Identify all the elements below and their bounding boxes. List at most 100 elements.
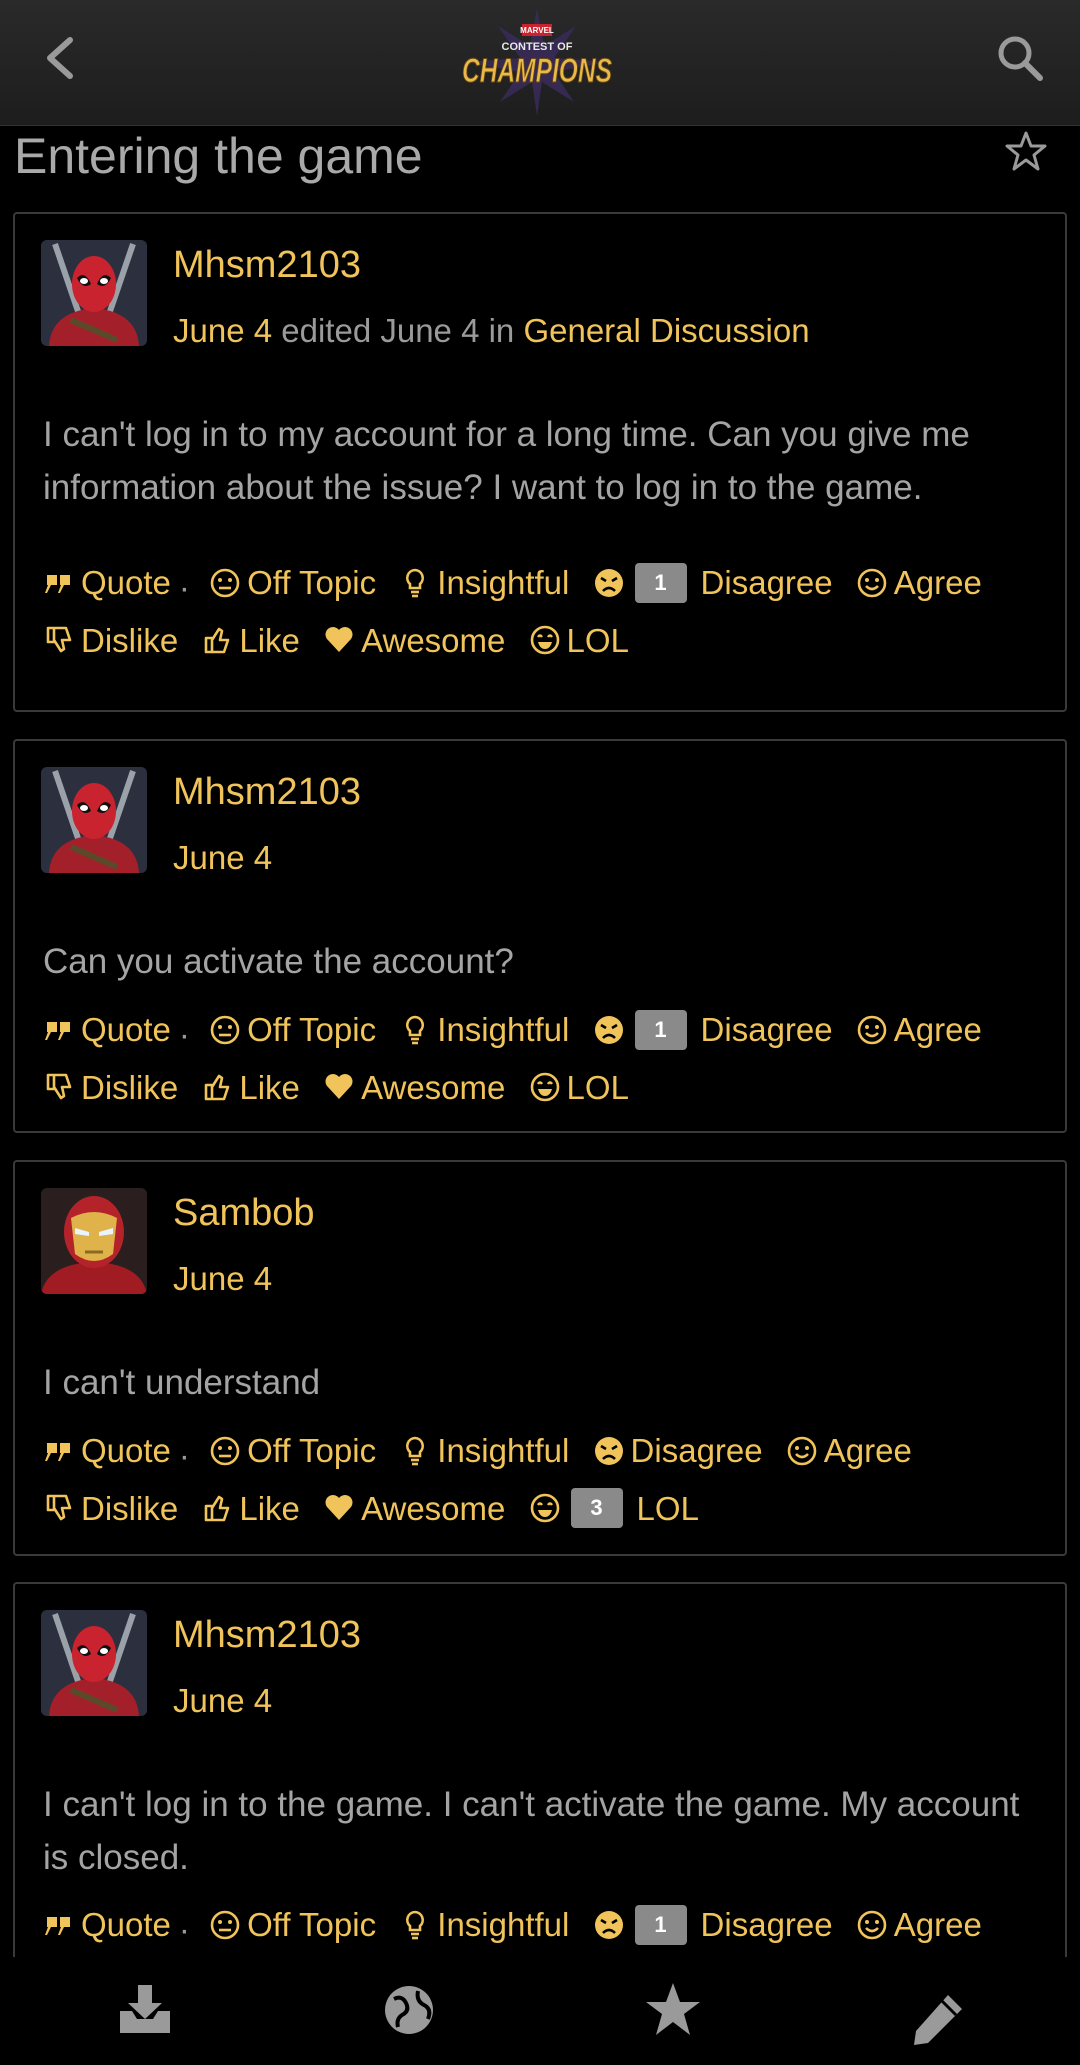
like-button[interactable]: Like [201,1482,300,1535]
off-topic-button[interactable]: Off Topic [209,1424,376,1477]
post-card: Sambob June 4 I can't understand Quote · … [13,1160,1067,1556]
like-button[interactable]: Like [201,614,300,667]
lol-button[interactable]: LOL [529,1061,629,1114]
globe-nav-button[interactable] [378,1979,440,2041]
reaction-bar: Quote · Off Topic Insightful Disagree Agr… [43,1424,1045,1539]
insightful-button[interactable]: Insightful [399,1898,569,1951]
lol-button[interactable]: LOL [529,614,629,667]
quote-icon [45,1021,70,1040]
search-button[interactable] [994,32,1046,84]
off-topic-icon [210,568,240,597]
post-author[interactable]: Mhsm2103 [173,769,361,815]
star-icon [646,1983,700,2035]
post-category-link[interactable]: General Discussion [523,312,809,349]
insightful-button[interactable]: Insightful [399,556,569,609]
post-body: I can't log in to the game. I can't acti… [43,1785,1020,1877]
disagree-face-icon [593,1435,624,1466]
reaction-bar: Quote · Off Topic Insightful 1 Disagree Ag… [43,1003,1045,1118]
agree-button[interactable]: Agree [856,1003,982,1056]
agree-face-icon [857,568,887,597]
back-button[interactable] [36,30,86,86]
post-meta: June 4 [173,1258,272,1300]
disagree-count-badge: 1 [634,1009,687,1050]
post-author[interactable]: Sambob [173,1190,315,1236]
agree-face-icon [857,1910,887,1939]
star-outline-icon [1005,131,1047,171]
thumbs-down-icon [46,1494,72,1521]
disagree-face-icon [593,1014,624,1045]
thread-title-row: Entering the game [0,126,1080,208]
insightful-button[interactable]: Insightful [399,1003,569,1056]
quote-button[interactable]: Quote [43,556,171,609]
disagree-button[interactable]: 1 Disagree [593,1898,833,1951]
user-avatar[interactable] [41,1188,147,1294]
separator: · [178,1910,190,1948]
lol-button[interactable]: 3 LOL [529,1482,699,1535]
separator: · [178,1436,190,1474]
quote-icon [45,1442,70,1461]
post-author[interactable]: Mhsm2103 [173,1612,361,1658]
laughing-face-icon [530,1493,559,1523]
agree-face-icon [787,1436,817,1465]
quote-button[interactable]: Quote [43,1003,171,1056]
quote-button[interactable]: Quote [43,1424,171,1477]
thumbs-up-icon [205,1495,230,1522]
quote-button[interactable]: Quote [43,1898,171,1951]
disagree-button[interactable]: 1 Disagree [593,1003,833,1056]
reaction-bar: Quote · Off Topic Insightful 1 Disagree Ag… [43,556,1045,671]
agree-button[interactable]: Agree [786,1424,912,1477]
off-topic-button[interactable]: Off Topic [209,556,376,609]
lightbulb-icon [406,568,425,597]
post-date[interactable]: June 4 [173,1260,272,1297]
post-card: Mhsm2103 June 4 Can you activate the acc… [13,739,1067,1133]
disagree-button[interactable]: 1 Disagree [593,556,833,609]
post-date[interactable]: June 4 [173,839,272,876]
disagree-face-icon [593,1909,624,1940]
awesome-button[interactable]: Awesome [323,1482,505,1535]
insightful-button[interactable]: Insightful [399,1424,569,1477]
dislike-button[interactable]: Dislike [43,614,178,667]
like-button[interactable]: Like [201,1061,300,1114]
agree-button[interactable]: Agree [856,556,982,609]
thumbs-up-icon [205,627,230,654]
post-date[interactable]: June 4 [173,312,272,349]
agree-button[interactable]: Agree [856,1898,982,1951]
post-card: Mhsm2103 June 4 I can't log in to the ga… [13,1582,1067,2002]
laughing-face-icon [530,625,559,655]
disagree-face-icon [593,567,624,598]
heart-icon [325,627,353,652]
bookmark-button[interactable] [1004,130,1048,174]
favorites-nav-button[interactable] [642,1979,704,2041]
post-meta: June 4 [173,1680,272,1722]
separator: · [178,1015,190,1053]
post-body: I can't understand [43,1363,321,1402]
contest-of-champions-logo: MARVEL CONTEST OF CHAMPIONS [458,6,616,118]
user-avatar[interactable] [41,240,147,346]
off-topic-button[interactable]: Off Topic [209,1898,376,1951]
off-topic-icon [210,1015,240,1044]
awesome-button[interactable]: Awesome [323,1061,505,1114]
thumbs-down-icon [46,626,72,653]
off-topic-icon [210,1436,240,1465]
inbox-nav-button[interactable] [114,1979,176,2041]
awesome-button[interactable]: Awesome [323,614,505,667]
user-avatar[interactable] [41,767,147,873]
post-card: Mhsm2103 June 4 edited June 4 in General… [13,212,1067,712]
post-date[interactable]: June 4 [173,1682,272,1719]
laughing-face-icon [530,1072,559,1102]
compose-nav-button[interactable] [906,1989,968,2051]
thumbs-up-icon [205,1074,230,1101]
dislike-button[interactable]: Dislike [43,1061,178,1114]
top-app-bar: MARVEL CONTEST OF CHAMPIONS [0,0,1080,126]
disagree-count-badge: 1 [634,1904,687,1945]
disagree-button[interactable]: Disagree [593,1424,763,1477]
lol-count-badge: 3 [570,1488,623,1528]
off-topic-button[interactable]: Off Topic [209,1003,376,1056]
svg-text:CHAMPIONS: CHAMPIONS [462,52,612,90]
pencil-icon [914,1995,962,2045]
post-author[interactable]: Mhsm2103 [173,242,361,288]
heart-icon [325,1495,353,1520]
dislike-button[interactable]: Dislike [43,1482,178,1535]
user-avatar[interactable] [41,1610,147,1716]
lightbulb-icon [406,1436,425,1465]
